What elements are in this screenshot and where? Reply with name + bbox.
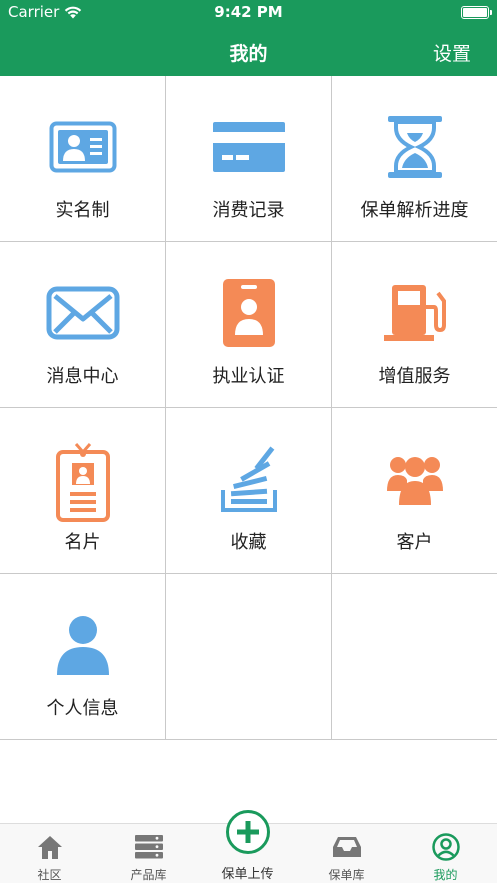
menu-grid: 实名制 消费记录 保单解析进度 消息中心 执业认证 增值服务 名片 收藏 客户 …: [0, 76, 497, 740]
nav-bar: 我的 设置: [0, 26, 497, 76]
grid-item-message-center[interactable]: 消息中心: [0, 242, 166, 408]
tab-label: 我的: [433, 868, 458, 882]
grid-item-personal-info[interactable]: 个人信息: [0, 574, 166, 740]
tab-policy-library[interactable]: 保单库: [297, 824, 396, 883]
hourglass-icon: [387, 116, 442, 178]
grid-item-label: 执业认证: [212, 366, 285, 387]
tab-products[interactable]: 产品库: [99, 824, 198, 883]
name-card-icon: [55, 443, 110, 522]
grid-empty-cell: [166, 574, 332, 740]
grid-item-license-verification[interactable]: 执业认证: [166, 242, 332, 408]
grid-item-customers[interactable]: 客户: [332, 408, 497, 574]
grid-item-label: 实名制: [55, 200, 110, 221]
grid-item-label: 个人信息: [46, 698, 119, 719]
envelope-icon: [46, 286, 119, 340]
inbox-icon: [332, 837, 361, 857]
credit-card-icon: [212, 122, 285, 172]
badge-icon: [222, 279, 275, 347]
tab-label: 社区: [37, 868, 62, 882]
customers-icon: [386, 457, 443, 505]
grid-item-label: 消息中心: [46, 366, 119, 387]
grid-item-label: 保单解析进度: [360, 200, 469, 221]
grid-item-business-card[interactable]: 名片: [0, 408, 166, 574]
server-icon: [134, 835, 163, 859]
user-circle-icon: [431, 833, 460, 861]
grid-item-label: 名片: [64, 532, 101, 553]
tab-bar: 社区 产品库 保单上传 保单库 我的: [0, 810, 497, 883]
grid-item-label: 增值服务: [378, 366, 451, 387]
user-icon: [56, 616, 109, 675]
page-title: 我的: [229, 43, 268, 65]
stack-icon: [220, 446, 277, 512]
tab-policy-upload[interactable]: 保单上传: [198, 810, 297, 883]
status-bar: Carrier 9:42 PM: [0, 0, 497, 26]
grid-item-value-added-services[interactable]: 增值服务: [332, 242, 497, 408]
grid-item-policy-progress[interactable]: 保单解析进度: [332, 76, 497, 242]
tab-mine[interactable]: 我的: [396, 824, 495, 883]
fuel-pump-icon: [383, 285, 446, 341]
id-card-icon: [49, 121, 116, 173]
grid-item-label: 收藏: [230, 532, 267, 553]
grid-empty-cell: [332, 574, 497, 740]
plus-circle-icon: [225, 810, 270, 854]
tab-community[interactable]: 社区: [0, 824, 99, 883]
home-icon: [37, 836, 62, 859]
tab-label: 产品库: [130, 868, 167, 882]
grid-item-real-name[interactable]: 实名制: [0, 76, 166, 242]
settings-button[interactable]: 设置: [433, 39, 471, 66]
tab-label: 保单库: [328, 868, 365, 882]
grid-item-label: 消费记录: [212, 200, 285, 221]
grid-item-favorites[interactable]: 收藏: [166, 408, 332, 574]
grid-item-purchase-records[interactable]: 消费记录: [166, 76, 332, 242]
status-time: 9:42 PM: [214, 3, 283, 21]
battery-icon: [461, 6, 492, 19]
tab-label: 保单上传: [221, 867, 274, 882]
grid-item-label: 客户: [396, 532, 433, 553]
